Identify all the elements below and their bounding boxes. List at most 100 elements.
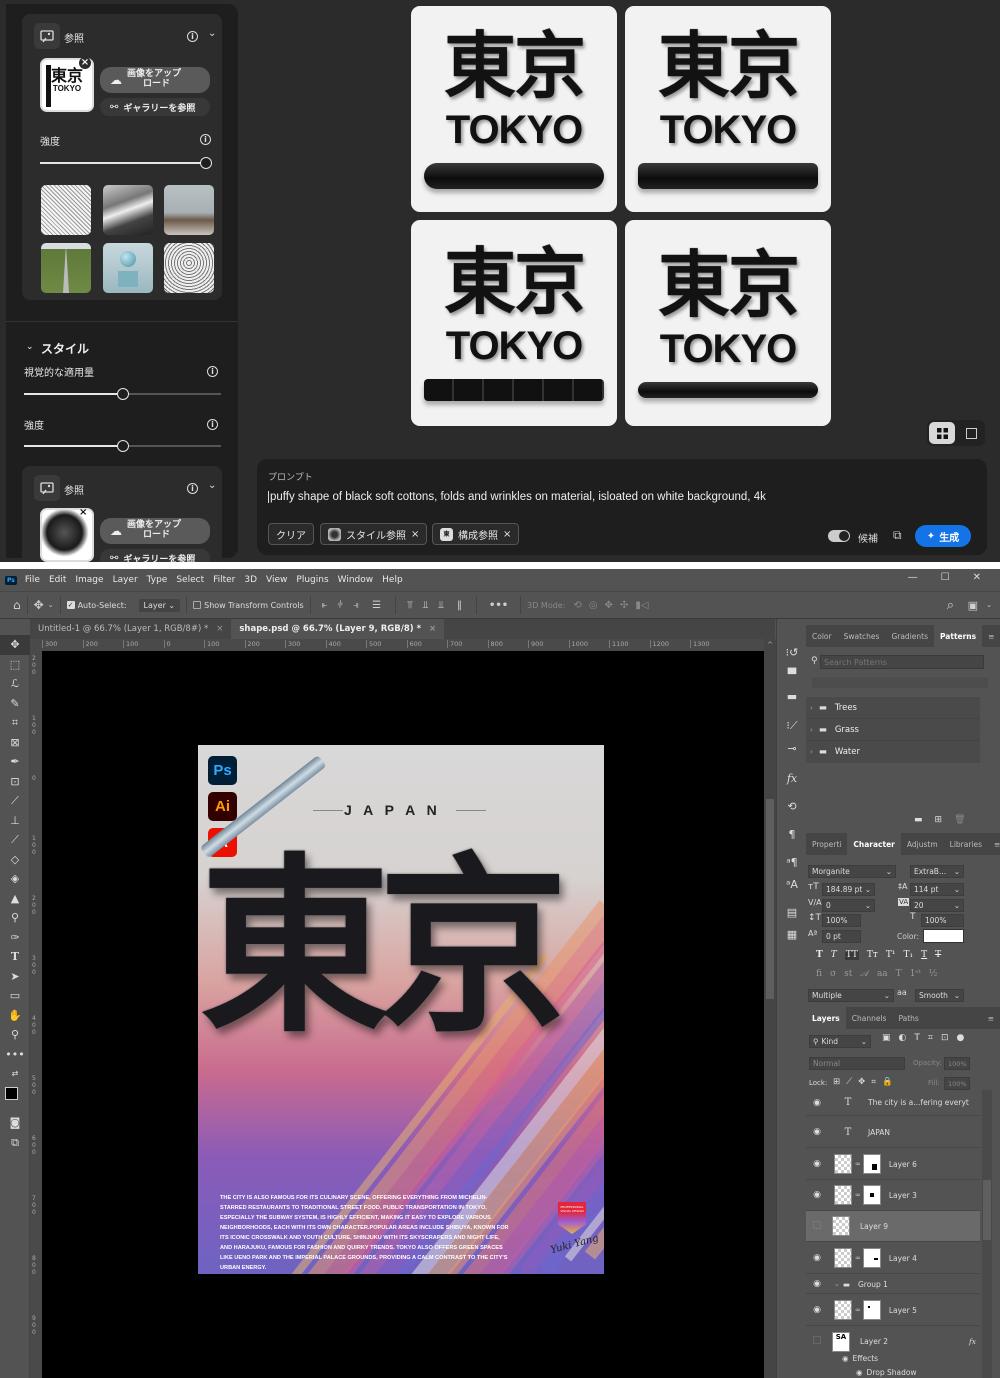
titling-button[interactable]: aa [877,969,888,979]
align-right-icon[interactable]: ⫣ [353,600,359,611]
tab-paths[interactable]: Paths [892,1007,924,1029]
filter-smart-object-icon[interactable]: ⊡ [941,1033,949,1043]
opacity-field[interactable]: 100% [944,1057,970,1070]
lock-all-icon[interactable]: 🔒 [882,1077,893,1087]
baseline-shift-field[interactable]: 0 pt [822,930,861,943]
quick-selection-tool[interactable]: ✎ [0,694,30,714]
3d-orbit-icon[interactable]: ⟲ [573,600,581,611]
strikethrough-button[interactable]: T [935,950,941,960]
visibility-eye-icon[interactable]: ◉ [806,1190,828,1200]
menu-3d[interactable]: 3D [244,575,257,585]
style-strength-slider[interactable] [24,440,221,452]
ligatures-button[interactable]: ﬁ [816,969,822,979]
glyphs-icon[interactable]: ▤ [777,901,807,923]
chevron-down-icon[interactable]: ⌄ [986,601,992,609]
generated-image-4[interactable]: 東京 TOKYO [625,220,831,426]
delete-icon[interactable]: 🗑 [954,815,965,825]
align-center-icon[interactable]: ⫩ [337,600,343,611]
history-icon[interactable]: ⁝↺ [777,641,807,663]
filter-pixel-icon[interactable]: ▣ [882,1033,891,1043]
lock-artboard-icon[interactable]: ⌗ [871,1077,876,1087]
composition-reference-chip[interactable]: 東 構成参照 × [432,523,520,545]
pen-tool[interactable]: ✑ [0,928,30,948]
plugins-icon[interactable]: ▀ [777,663,807,685]
eraser-tool[interactable]: ◇ [0,850,30,870]
quick-mask-icon[interactable]: ◙ [0,1113,30,1133]
auto-select-dropdown[interactable]: Layer ⌄ [138,598,181,612]
chevron-down-icon[interactable]: ⌄ [208,28,216,39]
strength-slider[interactable] [40,157,212,169]
visibility-eye-icon[interactable]: ◉ [806,1253,828,1263]
comments-icon[interactable]: ▬ [777,685,807,707]
brush-settings-icon[interactable]: ⁝⟋ [777,715,807,737]
paint-bucket-tool[interactable]: ◈ [0,869,30,889]
chevron-down-icon[interactable]: ⌄ [48,601,54,609]
group-expand-icon[interactable]: ⌄ [834,1280,840,1288]
vertical-scale-field[interactable]: 100% [822,914,861,927]
close-tab-icon[interactable]: × [216,624,223,634]
remove-chip-icon[interactable]: × [503,529,511,540]
hand-tool[interactable]: ✋ [0,1006,30,1026]
effects-row[interactable]: ◉ Effects [842,1354,878,1363]
tab-layers[interactable]: Layers [806,1007,846,1029]
menu-view[interactable]: View [266,575,287,585]
doc-tab-untitled[interactable]: Untitled-1 @ 66.7% (Layer 1, RGB/8#) * × [30,619,231,639]
3d-roll-icon[interactable]: ◎ [589,600,598,611]
info-icon[interactable]: i [187,31,198,42]
layer-row[interactable]: SA Layer 2 fx [806,1326,980,1357]
remove-reference-icon[interactable]: × [79,57,91,69]
info-icon[interactable]: i [207,366,218,377]
gallery-thumb-bird-sketch[interactable] [41,185,91,235]
screen-mode-icon[interactable]: ⧉ [0,1133,30,1153]
layer-row-selected[interactable]: Layer 9 [806,1211,980,1242]
filter-shape-icon[interactable]: ⌗ [928,1033,933,1043]
ordinals-button[interactable]: T [896,969,902,979]
3d-pan-icon[interactable]: ✥ [605,600,613,611]
clear-button[interactable]: クリア [268,523,314,545]
menu-window[interactable]: Window [338,575,374,585]
doc-tab-shape[interactable]: shape.psd @ 66.7% (Layer 9, RGB/8) * × [231,619,445,639]
blend-mode-dropdown[interactable]: Normal [809,1057,905,1070]
styles-fx-icon[interactable]: fx [777,767,807,789]
menu-image[interactable]: Image [75,575,103,585]
text-color-swatch[interactable] [923,929,964,943]
info-icon[interactable]: i [207,419,218,430]
document-canvas[interactable]: Ps Ai A J A P A N 東京 THE CITY IS ALSO FA… [42,651,764,1378]
visibility-eye-icon[interactable]: ◉ [806,1159,828,1169]
upload-image-button[interactable]: ☁ 画像をアップ ロード [100,67,210,93]
info-icon[interactable]: i [187,483,198,494]
gallery-thumb-living-room[interactable] [164,185,214,235]
paragraph-icon[interactable]: ¶ [777,823,807,845]
rectangle-tool[interactable]: ▭ [0,986,30,1006]
discretionary-ligatures-button[interactable]: st [844,969,852,979]
superscript-button[interactable]: T¹ [886,950,896,960]
filter-toggle[interactable]: ● [957,1033,965,1043]
notes-icon[interactable]: ▦ [777,923,807,945]
filter-adjustment-icon[interactable]: ◐ [899,1033,907,1043]
workspace-icon[interactable]: ▣ [968,599,978,612]
visibility-eye-icon[interactable]: ◉ [842,1354,849,1363]
visibility-eye-icon[interactable]: ◉ [806,1305,828,1315]
visibility-eye-icon[interactable]: ◉ [806,1098,828,1108]
tab-properties[interactable]: Properti [806,833,847,855]
visual-intensity-slider[interactable] [24,388,221,400]
adjustments-icon[interactable]: ⊸ [777,737,807,759]
menu-filter[interactable]: Filter [213,575,235,585]
filter-type-icon[interactable]: T [914,1033,920,1043]
style-collapse-icon[interactable]: ⌄ [26,342,34,352]
layers-scrollbar[interactable] [982,1090,992,1378]
tab-color[interactable]: Color [806,625,838,647]
font-style-dropdown[interactable]: ExtraB... ⌄ [910,865,964,878]
generated-image-1[interactable]: 東京 TOKYO [411,6,617,212]
menu-layer[interactable]: Layer [113,575,138,585]
layer-row[interactable]: ◉ ∞ Layer 6 [806,1149,980,1180]
blur-tool[interactable]: ▲ [0,889,30,909]
faux-italic-button[interactable]: T [831,950,837,960]
single-view-button[interactable] [959,422,983,444]
upload-image-button[interactable]: ☁ 画像をアップ ロード [100,518,210,544]
crop-tool[interactable]: ⌗ [0,713,30,733]
browse-gallery-button[interactable]: ⚯ ギャラリーを参照 [100,98,210,116]
align-top-icon[interactable]: ⫪ [407,600,413,611]
close-window-button[interactable]: ✕ [973,572,981,583]
clone-stamp-tool[interactable]: ⊥ [0,811,30,831]
